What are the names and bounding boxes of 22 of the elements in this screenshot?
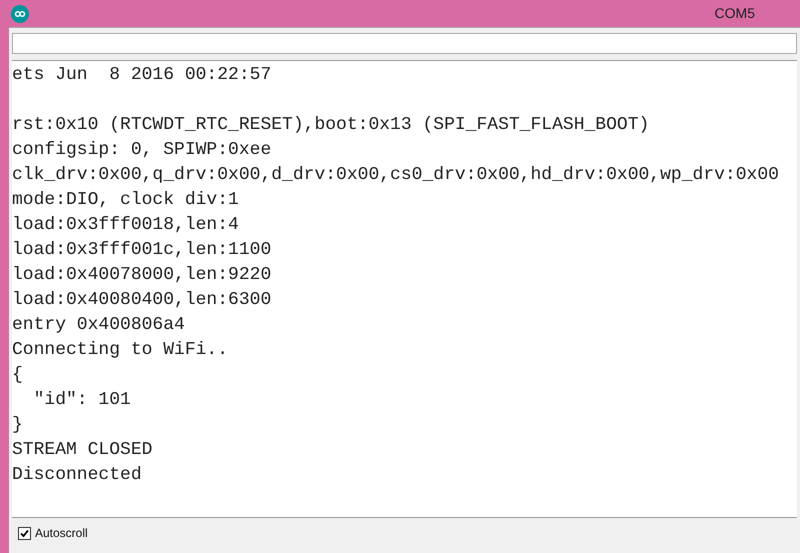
output-line: load:0x40080400,len:6300 (12, 289, 272, 312)
autoscroll-checkbox[interactable] (18, 526, 31, 540)
output-line: rst:0x10 (RTCWDT_RTC_RESET),boot:0x13 (SPI_FAST_FLASH_BOOT) (12, 114, 650, 137)
infinity-logo-icon (11, 4, 29, 22)
output-line: clk_drv:0x00,q_drv:0x00,d_drv:0x00,cs0_drv:0x00,hd_drv:0x00,wp_drv:0x00 (12, 164, 779, 187)
output-line: configsip: 0, SPIWP:0xee (12, 139, 272, 162)
input-field[interactable] (12, 33, 797, 54)
checkmark-icon (20, 528, 29, 538)
output-line: entry 0x400806a4 (12, 314, 185, 337)
output-line: load:0x3fff001c,len:1100 (12, 239, 272, 262)
output-line: Disconnected (12, 464, 142, 487)
output-line: load:0x40078000,len:9220 (12, 264, 272, 287)
output-line: STREAM CLOSED (12, 439, 152, 462)
output-line: ets Jun 8 2016 00:22:57 (12, 64, 272, 87)
output-line: } (12, 414, 23, 437)
output-line: { (12, 364, 23, 387)
output-line: Connecting to WiFi.. (12, 339, 228, 362)
autoscroll-label: Autoscroll (35, 525, 88, 542)
output-line: load:0x3fff0018,len:4 (12, 214, 239, 237)
window-title: COM5 (714, 4, 755, 23)
output-line: "id": 101 (32, 389, 131, 412)
output-line: mode:DIO, clock div:1 (12, 189, 239, 212)
